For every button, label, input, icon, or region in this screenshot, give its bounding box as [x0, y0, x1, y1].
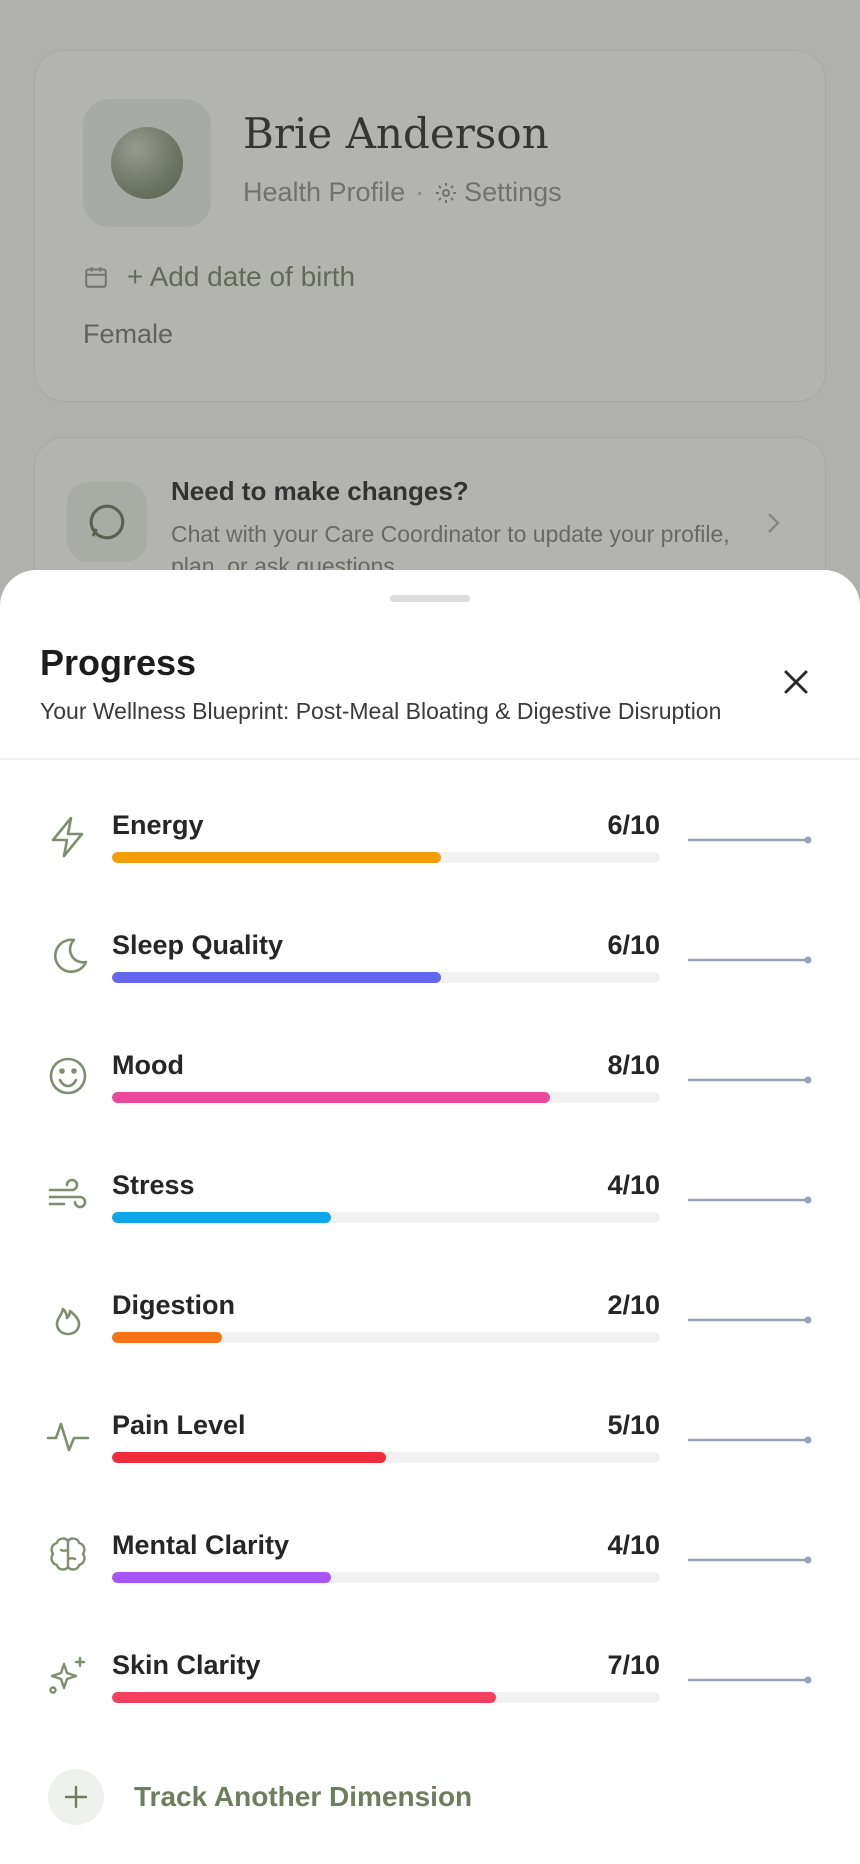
- sparkline: [688, 1676, 812, 1684]
- lightning-icon: [51, 816, 84, 858]
- metric-row[interactable]: Energy 6/10: [0, 788, 860, 908]
- metric-progress-track: [112, 1692, 660, 1703]
- sparkline: [688, 1196, 812, 1204]
- metric-label: Digestion: [112, 1290, 236, 1320]
- metric-score: 6/10: [607, 930, 660, 960]
- brain-icon: [50, 1537, 86, 1571]
- sparkline: [688, 836, 812, 844]
- sparkline: [688, 1436, 812, 1444]
- metrics-list: Energy 6/10 Sleep Quality 6/10 Mood 8/10…: [0, 788, 860, 1748]
- metric-progress-fill: [112, 1572, 332, 1583]
- metric-label: Mental Clarity: [112, 1530, 290, 1560]
- metric-row[interactable]: Sleep Quality 6/10: [0, 908, 860, 1028]
- sparkline: [688, 956, 812, 964]
- close-button[interactable]: [776, 662, 816, 702]
- smile-icon: [49, 1057, 87, 1095]
- sheet-drag-handle[interactable]: [390, 595, 470, 602]
- sparkline: [688, 1556, 812, 1564]
- metric-progress-fill: [112, 1092, 551, 1103]
- track-another-dimension-button[interactable]: Track Another Dimension: [48, 1769, 472, 1825]
- metric-score: 7/10: [607, 1650, 660, 1680]
- flame-icon: [55, 1307, 81, 1336]
- sparkle-icon: [49, 1656, 86, 1694]
- metric-progress-fill: [112, 852, 441, 863]
- metric-score: 4/10: [607, 1530, 660, 1560]
- sheet-title: Progress: [40, 642, 197, 683]
- metric-row[interactable]: Stress 4/10: [0, 1148, 860, 1268]
- sheet-subtitle: Your Wellness Blueprint: Post-Meal Bloat…: [40, 698, 722, 724]
- sparkline: [688, 1076, 812, 1084]
- metric-score: 5/10: [607, 1410, 660, 1440]
- metric-progress-fill: [112, 1452, 386, 1463]
- metric-progress-track: [112, 1332, 660, 1343]
- metric-score: 8/10: [607, 1050, 660, 1080]
- metric-progress-fill: [112, 972, 441, 983]
- metric-score: 6/10: [607, 810, 660, 840]
- metric-progress-fill: [112, 1212, 332, 1223]
- plus-icon-container: [48, 1769, 104, 1825]
- metric-label: Stress: [112, 1170, 195, 1200]
- metric-progress-fill: [112, 1332, 222, 1343]
- metric-row[interactable]: Digestion 2/10: [0, 1268, 860, 1388]
- metric-row[interactable]: Pain Level 5/10: [0, 1388, 860, 1508]
- metric-progress-track: [112, 1212, 660, 1223]
- sheet-divider: [0, 758, 860, 760]
- pulse-icon: [46, 1422, 90, 1452]
- metric-progress-track: [112, 852, 660, 863]
- plus-icon: [64, 1785, 88, 1809]
- metric-label: Mood: [112, 1050, 184, 1080]
- metric-row[interactable]: Mood 8/10: [0, 1028, 860, 1148]
- metric-progress-track: [112, 972, 660, 983]
- track-another-label: Track Another Dimension: [134, 1781, 473, 1812]
- metric-label: Pain Level: [112, 1410, 246, 1440]
- metric-label: Sleep Quality: [112, 930, 284, 960]
- metric-progress-track: [112, 1092, 660, 1103]
- progress-sheet: Progress Your Wellness Blueprint: Post-M…: [0, 570, 860, 1864]
- close-icon: [784, 670, 808, 694]
- moon-icon: [54, 938, 88, 974]
- metric-progress-fill: [112, 1692, 496, 1703]
- metric-progress-track: [112, 1452, 660, 1463]
- metric-label: Skin Clarity: [112, 1650, 261, 1680]
- metric-row[interactable]: Skin Clarity 7/10: [0, 1628, 860, 1748]
- wind-icon: [48, 1178, 87, 1209]
- metric-progress-track: [112, 1572, 660, 1583]
- metric-label: Energy: [112, 810, 204, 840]
- metric-row[interactable]: Mental Clarity 4/10: [0, 1508, 860, 1628]
- metric-score: 2/10: [607, 1290, 660, 1320]
- sparkline: [688, 1316, 812, 1324]
- metric-score: 4/10: [607, 1170, 660, 1200]
